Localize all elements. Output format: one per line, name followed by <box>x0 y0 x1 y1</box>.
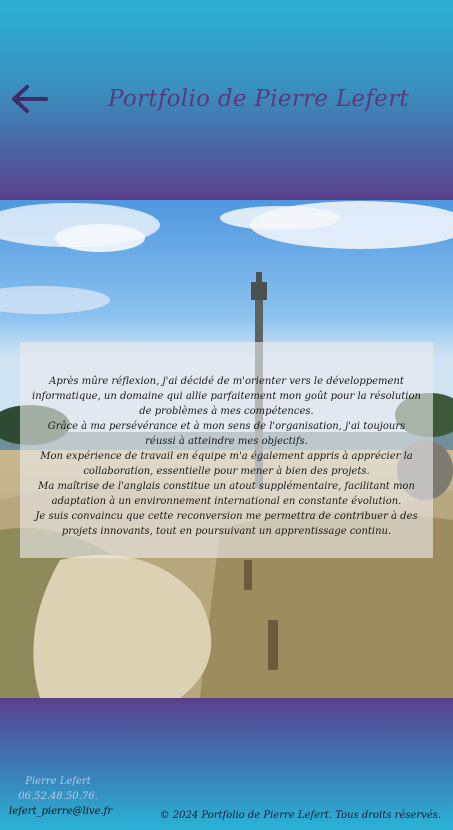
intro-text-box: Après mûre réflexion, j'ai décidé de m'o… <box>20 342 433 558</box>
footer-email-link[interactable]: lefert_pierre@live.fr <box>9 806 112 817</box>
arrow-left-icon <box>12 85 48 113</box>
footer-phone: 06.52.48.50.76. <box>18 791 98 802</box>
intro-paragraph: Mon expérience de travail en équipe m'a … <box>40 451 413 477</box>
intro-paragraph: Ma maîtrise de l'anglais constitue un at… <box>38 481 415 507</box>
intro-paragraph: Grâce à ma persévérance et à mon sens de… <box>47 421 406 447</box>
back-button[interactable] <box>10 82 50 116</box>
intro-paragraph: Après mûre réflexion, j'ai décidé de m'o… <box>32 376 421 417</box>
footer-name: Pierre Lefert <box>25 776 91 787</box>
intro-paragraph: Je suis convaincu que cette reconversion… <box>35 511 418 537</box>
hero-section: Après mûre réflexion, j'ai décidé de m'o… <box>0 200 453 698</box>
page-footer: Pierre Lefert 06.52.48.50.76. lefert_pie… <box>0 698 453 830</box>
page-header: Portfolio de Pierre Lefert <box>0 0 453 200</box>
page-title: Portfolio de Pierre Lefert <box>108 86 409 112</box>
footer-copyright: © 2024 Portfolio de Pierre Lefert. Tous … <box>159 810 441 821</box>
